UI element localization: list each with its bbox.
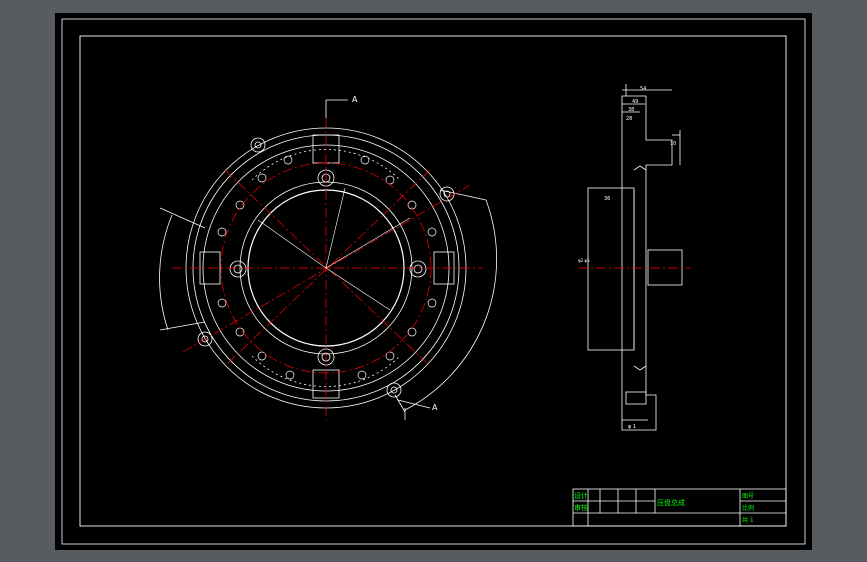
- dim-49: 49: [632, 99, 638, 105]
- front-view: [159, 127, 497, 413]
- dim-bottom: φ 1: [628, 424, 636, 430]
- dim-36: 36: [604, 196, 610, 202]
- inner-border: [79, 35, 787, 527]
- dim-38: 38: [628, 107, 634, 113]
- title-block-r1: 设计: [574, 491, 588, 500]
- dim-28: 28: [626, 116, 632, 122]
- dim-10: 10: [670, 141, 676, 147]
- section-label-bottom: A: [432, 403, 438, 412]
- cad-drawing: A A 54 49 38 28 10 36 φ2 φ5 φ 1 设计 审核 压盘…: [61, 18, 806, 545]
- title-block-mark2: 比例: [742, 504, 754, 512]
- outer-border: [61, 18, 806, 545]
- dim-center: φ2 φ5: [578, 258, 590, 263]
- side-view: [587, 84, 683, 431]
- title-block-r2: 审核: [574, 503, 588, 512]
- title-block: [572, 488, 787, 527]
- title-block-mark3: 共 1: [742, 516, 754, 524]
- drawing-name: 压盘总成: [657, 498, 685, 507]
- centerlines: [172, 100, 482, 420]
- dim-54: 54: [640, 86, 646, 92]
- section-label-top: A: [352, 95, 358, 104]
- title-block-mark1: 图号: [742, 493, 754, 500]
